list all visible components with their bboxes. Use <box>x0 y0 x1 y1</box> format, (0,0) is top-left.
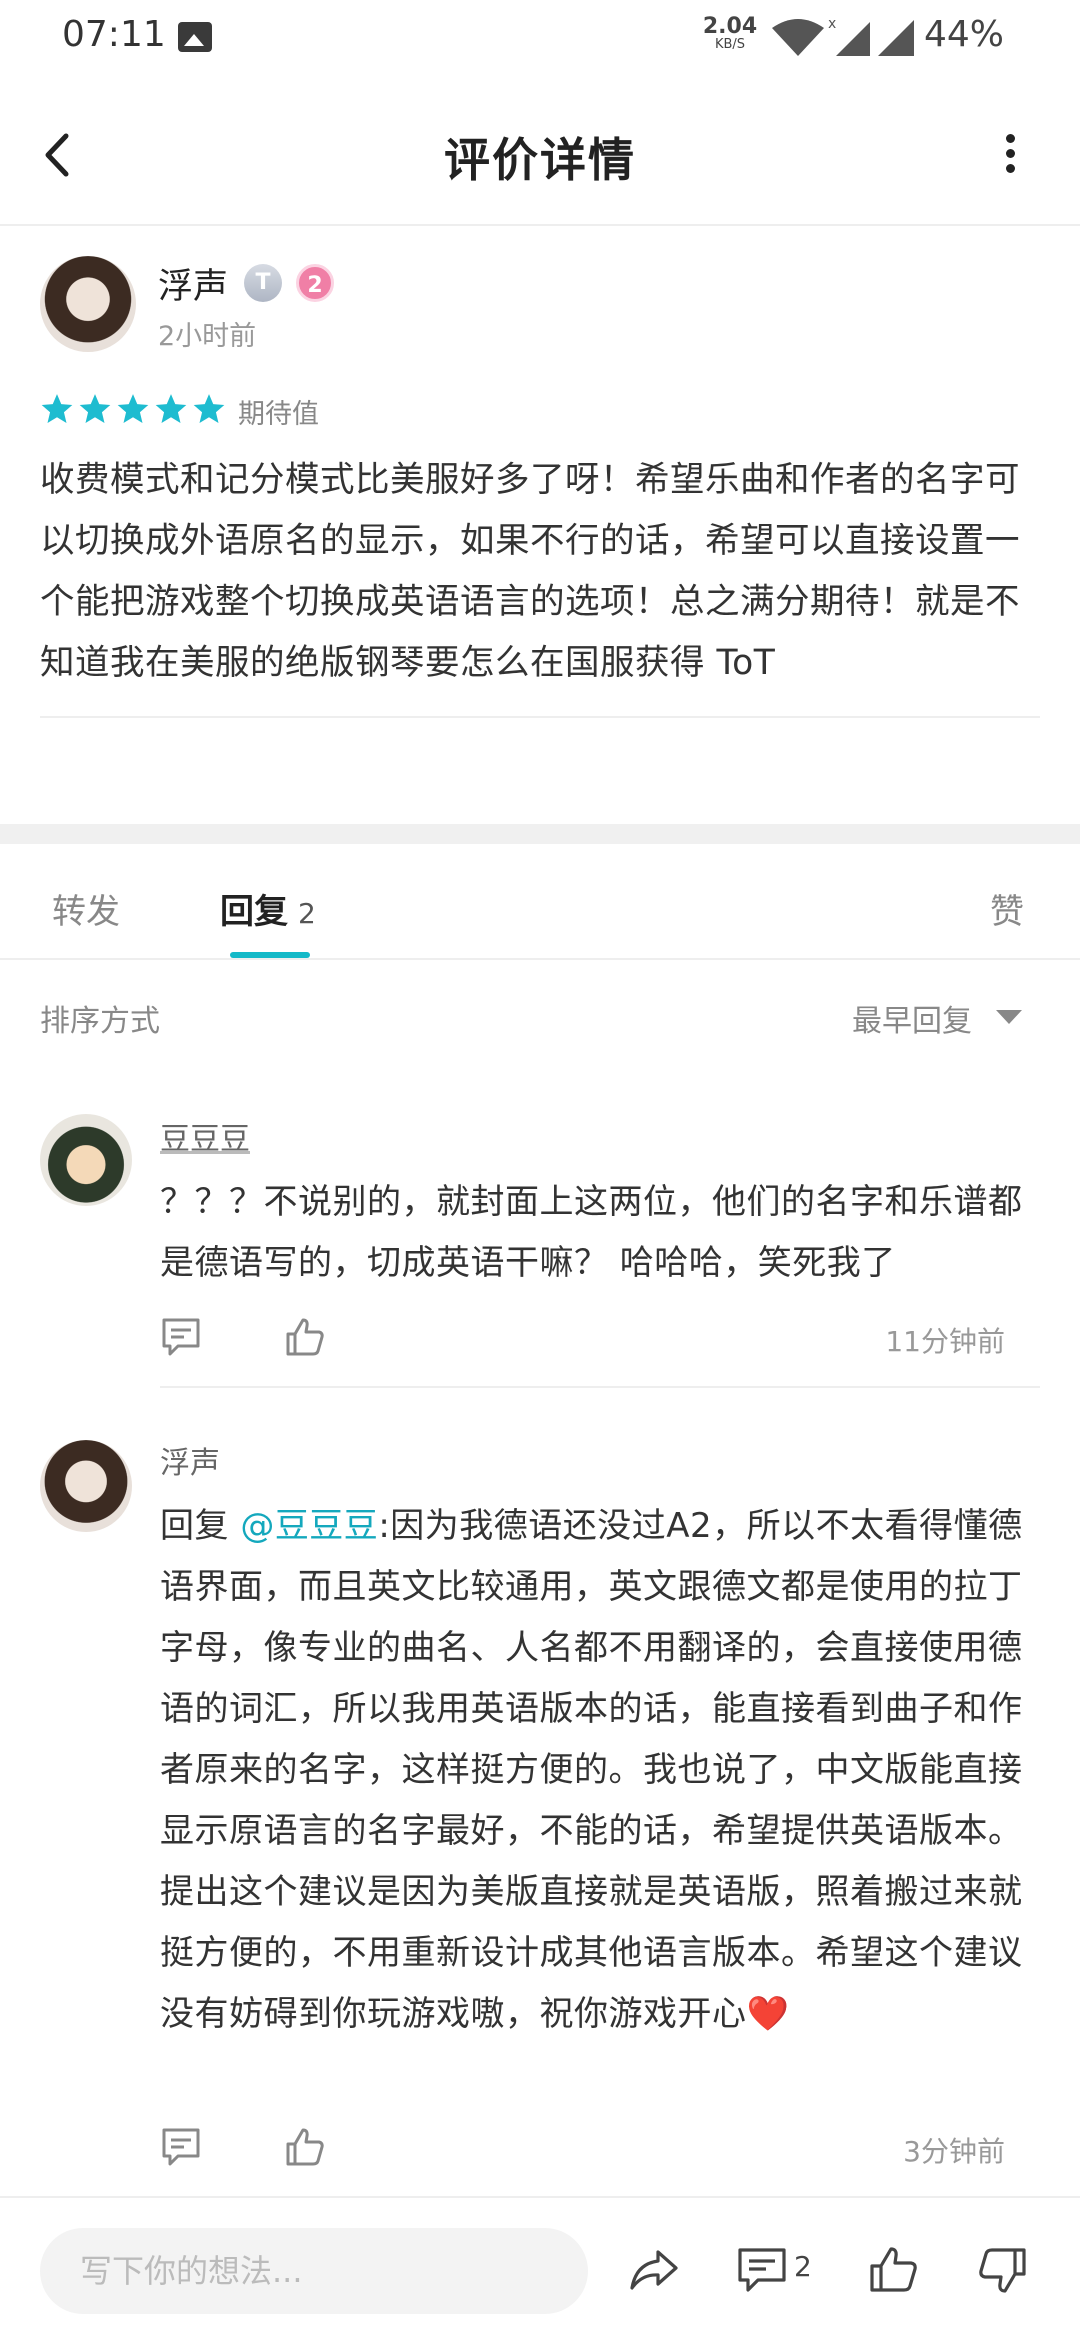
network-speed-unit: KB/S <box>714 37 746 52</box>
tab-reply[interactable]: 回复 2 <box>220 884 316 933</box>
page-title: 评价详情 <box>444 133 636 187</box>
network-speed-value: 2.04 <box>702 14 758 39</box>
thumbs-up-icon[interactable] <box>868 2244 920 2296</box>
more-options-button[interactable] <box>990 128 1030 188</box>
reply-body: ？？？不说别的，就封面上这两位，他们的名字和乐谱都是德语写的，切成英语干嘛？ 哈… <box>160 1182 1023 1283</box>
svg-text:x: x <box>828 16 836 32</box>
divider <box>40 716 1040 718</box>
star-icon <box>79 394 111 424</box>
reply-avatar[interactable] <box>40 1440 132 1532</box>
tab-like[interactable]: 赞 <box>990 884 1024 933</box>
heart-emoji: ❤️ <box>746 1994 790 2034</box>
caret-down-icon[interactable] <box>996 1010 1022 1024</box>
battery-level: 44% <box>924 14 1005 55</box>
comment-icon[interactable] <box>160 1316 202 1358</box>
status-time: 07:11 <box>62 14 166 55</box>
reply-time: 3分钟前 <box>903 2135 1005 2168</box>
divider <box>160 1386 1040 1388</box>
reply-prefix: 回复 <box>160 1506 241 1546</box>
wifi-icon <box>772 19 824 56</box>
status-bar: 07:11 2.04 KB/S x 44% <box>0 0 1080 80</box>
review-body: 收费模式和记分模式比美服好多了呀！希望乐曲和作者的名字可以切换成外语原名的显示，… <box>40 460 1020 683</box>
app-bar: 评价详情 <box>0 80 1080 226</box>
rating-label: 期待值 <box>238 399 319 430</box>
tier-badge: T <box>244 264 282 302</box>
reply-actions: 3分钟前 <box>160 2126 1005 2174</box>
star-icon <box>193 394 225 424</box>
mention-link[interactable]: @豆豆豆 <box>240 1506 378 1546</box>
comment-icon[interactable] <box>160 2126 202 2168</box>
bottom-bar: 2 <box>0 2196 1080 2340</box>
reply-time: 11分钟前 <box>885 1325 1005 1358</box>
reply-author-name[interactable]: 豆豆豆 <box>160 1114 250 1158</box>
signal-icon: x <box>828 16 870 56</box>
thumbs-up-icon[interactable] <box>284 2126 326 2168</box>
star-icon <box>155 394 187 424</box>
star-rating <box>40 392 226 432</box>
reply-actions: 11分钟前 <box>160 1316 1005 1364</box>
author-avatar[interactable] <box>40 256 136 352</box>
share-icon[interactable] <box>628 2244 680 2296</box>
tab-reply-label: 回复 <box>220 892 288 932</box>
network-speed: 2.04 KB/S <box>702 16 758 52</box>
level-badge: 2 <box>296 264 334 302</box>
star-icon <box>117 394 149 424</box>
star-icon <box>41 394 73 424</box>
signal-icon-2 <box>878 20 914 56</box>
sort-dropdown[interactable]: 最早回复 <box>852 996 972 1040</box>
comment-input[interactable] <box>40 2228 588 2314</box>
comment-icon[interactable] <box>736 2244 788 2296</box>
thumbs-up-icon[interactable] <box>284 1316 326 1358</box>
tab-forward[interactable]: 转发 <box>52 884 120 933</box>
comment-count: 2 <box>794 2250 812 2283</box>
reply-body: 回复 @豆豆豆:因为我德语还没过A2，所以不太看得懂德语界面，而且英文比较通用，… <box>160 1496 1045 2045</box>
image-notification-icon <box>178 22 212 52</box>
more-vertical-icon <box>1005 134 1015 143</box>
section-separator <box>0 824 1080 844</box>
post-time: 2小时前 <box>158 321 257 352</box>
thumbs-down-icon[interactable] <box>976 2244 1028 2296</box>
tab-bar: 转发 回复 2 赞 <box>0 844 1080 960</box>
reply-text: :因为我德语还没过A2，所以不太看得懂德语界面，而且英文比较通用，英文跟德文都是… <box>160 1506 1023 2034</box>
reply-author-name[interactable]: 浮声 <box>160 1438 220 1482</box>
tab-reply-count: 2 <box>298 897 316 930</box>
author-name[interactable]: 浮声 <box>158 258 228 309</box>
sort-label: 排序方式 <box>40 1004 160 1039</box>
active-tab-indicator <box>230 952 310 958</box>
reply-avatar[interactable] <box>40 1114 132 1206</box>
